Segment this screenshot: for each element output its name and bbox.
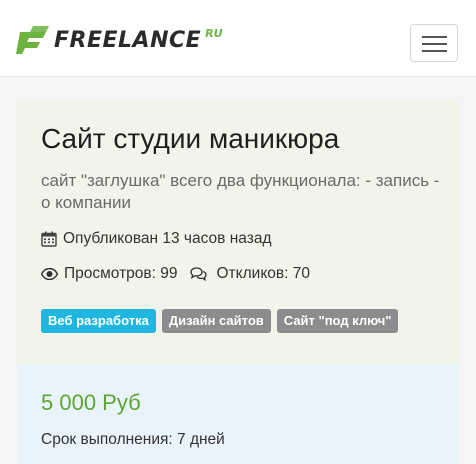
published-text: Опубликован 13 часов назад [63,230,272,247]
replies-count: Откликов: 70 [216,265,310,282]
calendar-icon [41,231,57,247]
hamburger-line [422,36,447,38]
site-header: FREELANCE RU [0,0,476,77]
hamburger-line [422,43,447,45]
freelance-logo[interactable]: FREELANCE RU [16,26,223,56]
project-price: 5 000 Руб [41,390,141,415]
eye-icon [41,268,58,280]
tag-web-design[interactable]: Дизайн сайтов [161,309,271,333]
comments-icon [189,267,207,281]
project-stats: Просмотров: 99 Откликов: 70 [41,265,310,283]
tag-web-development[interactable]: Веб разработка [41,309,156,333]
tag-turnkey-site[interactable]: Сайт "под ключ" [276,309,399,333]
project-tags: Веб разработка Дизайн сайтов Сайт "под к… [41,309,404,333]
project-deadline: Срок выполнения: 7 дней [41,431,225,448]
logo-text: FREELANCE [54,28,202,53]
budget-card: 5 000 Руб Срок выполнения: 7 дней [17,364,459,464]
views-count: Просмотров: 99 [64,265,178,282]
menu-toggle-button[interactable] [410,24,458,62]
published-info: Опубликован 13 часов назад [41,230,272,248]
logo-suffix: RU [205,26,223,40]
hamburger-line [422,50,447,52]
logo-mark-icon [16,26,49,54]
project-title: Сайт студии маникюра [41,123,340,154]
project-description: сайт "заглушка" всего два функционала: -… [41,171,440,212]
project-card: Сайт студии маникюра сайт "заглушка" все… [17,100,459,364]
